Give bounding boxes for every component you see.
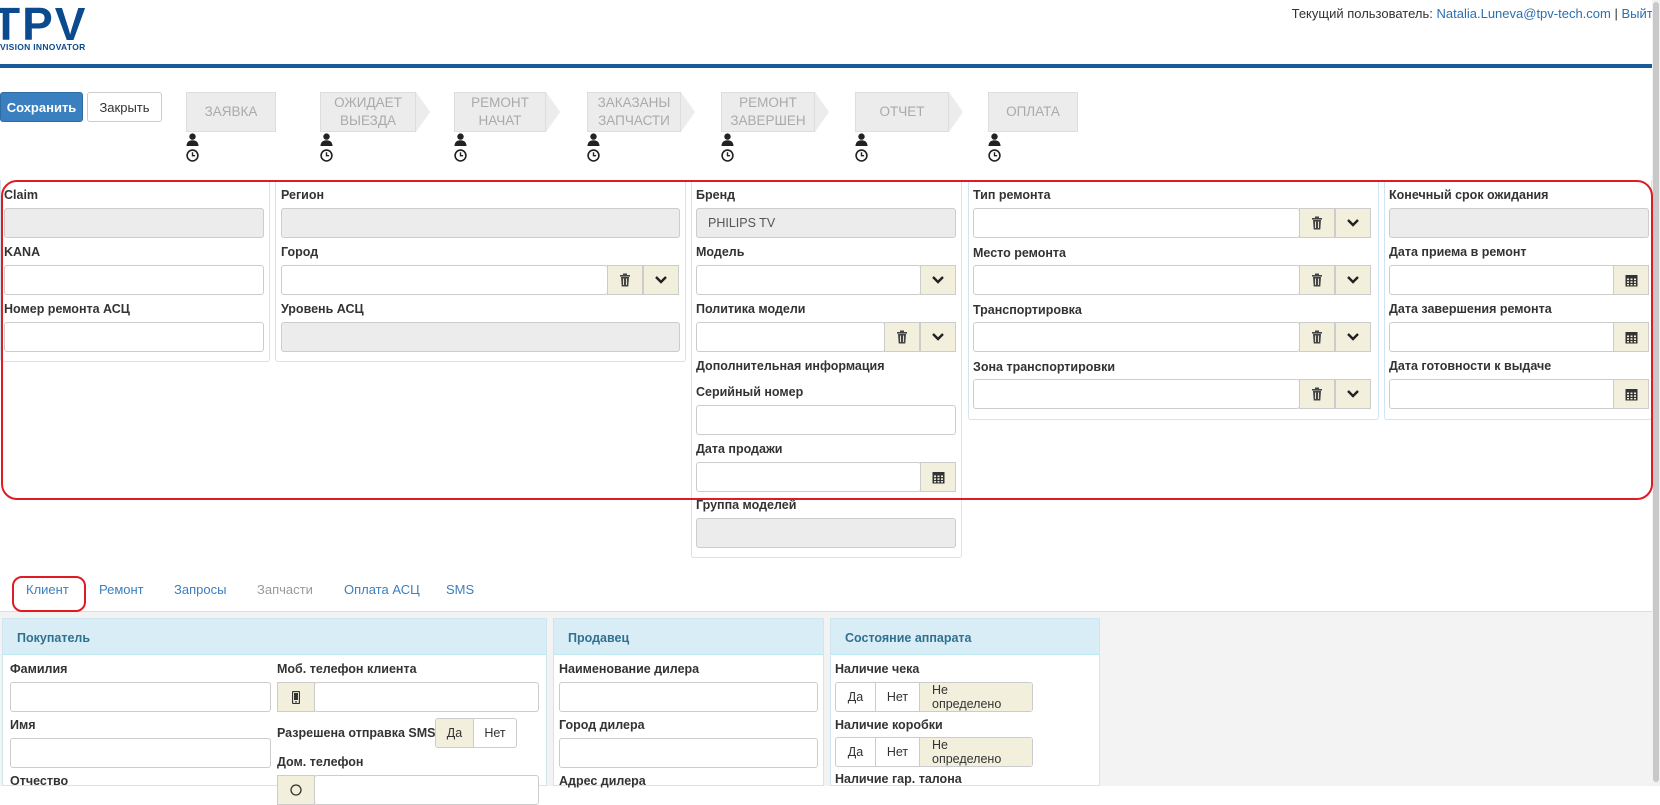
box-label: Наличие коробки (835, 718, 943, 732)
sms-yes-option[interactable]: Да (436, 719, 474, 747)
user-icon (186, 133, 199, 146)
step-parts-ordered[interactable]: Заказаны запчасти (587, 92, 697, 132)
user-icon (320, 133, 333, 146)
box-yes-option[interactable]: Да (836, 738, 876, 766)
current-user-label: Текущий пользователь: (1292, 6, 1433, 21)
save-button[interactable]: Сохранить (0, 92, 83, 122)
model-group-field[interactable] (696, 518, 956, 548)
user-icon (855, 133, 868, 146)
mobile-phone-icon (292, 691, 300, 704)
step-payment[interactable]: Оплата (988, 92, 1080, 132)
step-report[interactable]: Отчет (855, 92, 965, 132)
header-divider (0, 64, 1652, 68)
separator: | (1614, 6, 1617, 21)
warranty-card-label: Наличие гар. талона (835, 772, 962, 786)
dealer-city-field[interactable] (559, 738, 818, 768)
tab-parts[interactable]: Запчасти (257, 582, 313, 597)
clock-icon (454, 149, 467, 162)
box-no-option[interactable]: Нет (876, 738, 920, 766)
step-label: Ремонт завершен (721, 92, 815, 132)
box-undefined-option[interactable]: Не определено (920, 738, 1032, 766)
receipt-toggle[interactable]: Да Нет Не определено (835, 682, 1033, 712)
step-label: Ожидает выезда (320, 92, 416, 132)
clock-icon (186, 149, 199, 162)
step-arrow (681, 92, 695, 132)
user-icon (454, 133, 467, 146)
user-email-link[interactable]: Natalia.Luneva@tpv-tech.com (1437, 6, 1611, 21)
surname-field[interactable] (10, 682, 271, 712)
step-label: Отчет (855, 92, 949, 132)
home-phone-label: Дом. телефон (277, 755, 363, 769)
scrollbar-thumb[interactable] (1653, 2, 1659, 782)
page-scrollbar[interactable] (1652, 0, 1660, 786)
user-icon (587, 133, 600, 146)
logo-tagline: VISION INNOVATOR (0, 42, 86, 52)
first-name-field[interactable] (10, 738, 271, 768)
step-label: Заказаны запчасти (587, 92, 681, 132)
buyer-panel-title: Покупатель (3, 619, 546, 655)
sms-no-option[interactable]: Нет (474, 719, 516, 747)
tab-repair[interactable]: Ремонт (99, 582, 144, 597)
mobile-phone-addon (277, 682, 315, 712)
mobile-phone-field[interactable] (314, 682, 539, 712)
receipt-undefined-option[interactable]: Не определено (920, 683, 1032, 711)
close-button[interactable]: Закрыть (87, 92, 162, 122)
step-arrow (815, 92, 829, 132)
first-name-label: Имя (10, 718, 36, 732)
step-label: Оплата (988, 92, 1078, 132)
tab-asc-payment[interactable]: Оплата АСЦ (344, 582, 420, 597)
step-label: Ремонт начат (454, 92, 546, 132)
step-arrow (546, 92, 560, 132)
user-icon (721, 133, 734, 146)
clock-icon (587, 149, 600, 162)
device-state-panel-title: Состояние аппарата (831, 619, 1099, 655)
receipt-label: Наличие чека (835, 662, 919, 676)
clock-icon (988, 149, 1001, 162)
step-waiting-visit[interactable]: Ожидает выезда (320, 92, 430, 132)
current-user-line: Текущий пользователь: Natalia.Luneva@tpv… (1292, 6, 1660, 21)
surname-label: Фамилия (10, 662, 67, 676)
model-group-label: Группа моделей (696, 498, 796, 512)
tpv-logo: TPV VISION INNOVATOR (0, 4, 100, 50)
step-arrow (416, 92, 430, 132)
step-arrow (949, 92, 963, 132)
highlight-annotation (1, 180, 1653, 500)
dealer-name-field[interactable] (559, 682, 818, 712)
user-icon (988, 133, 1001, 146)
tab-sms[interactable]: SMS (446, 582, 474, 597)
dealer-name-label: Наименование дилера (559, 662, 699, 676)
clock-icon (320, 149, 333, 162)
mobile-phone-label: Моб. телефон клиента (277, 662, 417, 676)
tab-requests[interactable]: Запросы (174, 582, 226, 597)
step-label: Заявка (186, 92, 276, 132)
sms-allowed-toggle[interactable]: Да Нет (435, 718, 517, 748)
step-zayavka[interactable]: Заявка (186, 92, 278, 132)
clock-icon (721, 149, 734, 162)
logo-text: TPV (0, 4, 87, 44)
sms-allowed-label: Разрешена отправка SMS (277, 726, 435, 740)
receipt-no-option[interactable]: Нет (876, 683, 920, 711)
step-repair-started[interactable]: Ремонт начат (454, 92, 564, 132)
home-phone-field[interactable] (314, 775, 539, 805)
step-repair-finished[interactable]: Ремонт завершен (721, 92, 831, 132)
home-phone-addon (277, 775, 315, 805)
tab-highlight-annotation (12, 576, 86, 612)
receipt-yes-option[interactable]: Да (836, 683, 876, 711)
dealer-city-label: Город дилера (559, 718, 645, 732)
clock-icon (855, 149, 868, 162)
box-toggle[interactable]: Да Нет Не определено (835, 737, 1033, 767)
tabs-bar (0, 570, 1652, 612)
seller-panel-title: Продавец (554, 619, 823, 655)
